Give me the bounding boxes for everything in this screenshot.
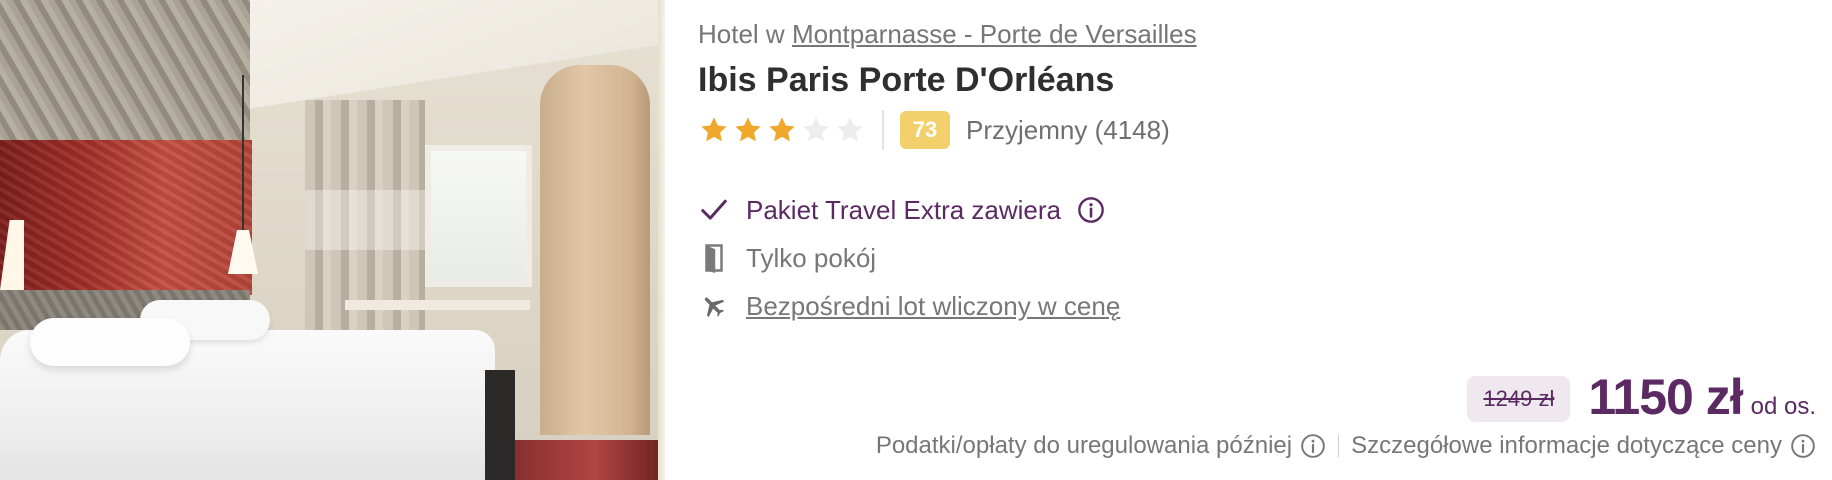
star-icon — [735, 117, 761, 142]
price-details-text: Szczegółowe informacje dotyczące ceny — [1351, 432, 1782, 459]
price-unit: od os. — [1750, 393, 1816, 420]
feature-package: Pakiet Travel Extra zawiera — [698, 186, 1818, 234]
check-icon — [698, 194, 730, 226]
hotel-name[interactable]: Ibis Paris Porte D'Orléans — [698, 58, 1818, 102]
rating-row: 73 Przyjemny (4148) — [698, 108, 1818, 152]
location-link[interactable]: Montparnasse - Porte de Versailles — [792, 19, 1197, 49]
divider — [882, 110, 884, 150]
star-icon — [701, 117, 727, 142]
plane-icon — [698, 290, 730, 322]
hotel-photo[interactable] — [0, 0, 665, 480]
package-text: Pakiet Travel Extra zawiera — [746, 194, 1062, 225]
hotel-location: Hotel w Montparnasse - Porte de Versaill… — [698, 14, 1818, 54]
feature-list: Pakiet Travel Extra zawiera Tylko pokój … — [698, 186, 1818, 330]
current-price: 1150 zł — [1588, 369, 1743, 425]
rating-text[interactable]: Przyjemny (4148) — [966, 115, 1170, 146]
info-icon[interactable] — [1790, 433, 1816, 459]
flight-link[interactable]: Bezpośredni lot wliczony w cenę — [746, 291, 1120, 322]
feature-flight[interactable]: Bezpośredni lot wliczony w cenę — [698, 282, 1818, 330]
hotel-card[interactable]: Hotel w Montparnasse - Porte de Versaill… — [0, 0, 1832, 480]
room-text: Tylko pokój — [746, 242, 877, 273]
old-price: 1249 zł — [1467, 376, 1571, 422]
price-row: 1249 zł 1150 zł od os. — [1467, 368, 1816, 430]
score-badge[interactable]: 73 — [900, 111, 950, 149]
star-outline-icon — [837, 117, 863, 142]
taxes-text: Podatki/opłaty do uregulowania później — [875, 432, 1293, 459]
info-icon[interactable] — [1300, 433, 1326, 459]
info-icon[interactable] — [1077, 196, 1105, 224]
location-prefix: Hotel w — [698, 19, 785, 49]
star-icon — [769, 117, 795, 142]
star-outline-icon — [803, 117, 829, 142]
fees-row: Podatki/opłaty do uregulowania później S… — [876, 432, 1816, 460]
feature-room: Tylko pokój — [698, 234, 1818, 282]
star-rating — [698, 114, 866, 146]
door-icon — [698, 242, 730, 274]
divider — [1338, 435, 1340, 457]
